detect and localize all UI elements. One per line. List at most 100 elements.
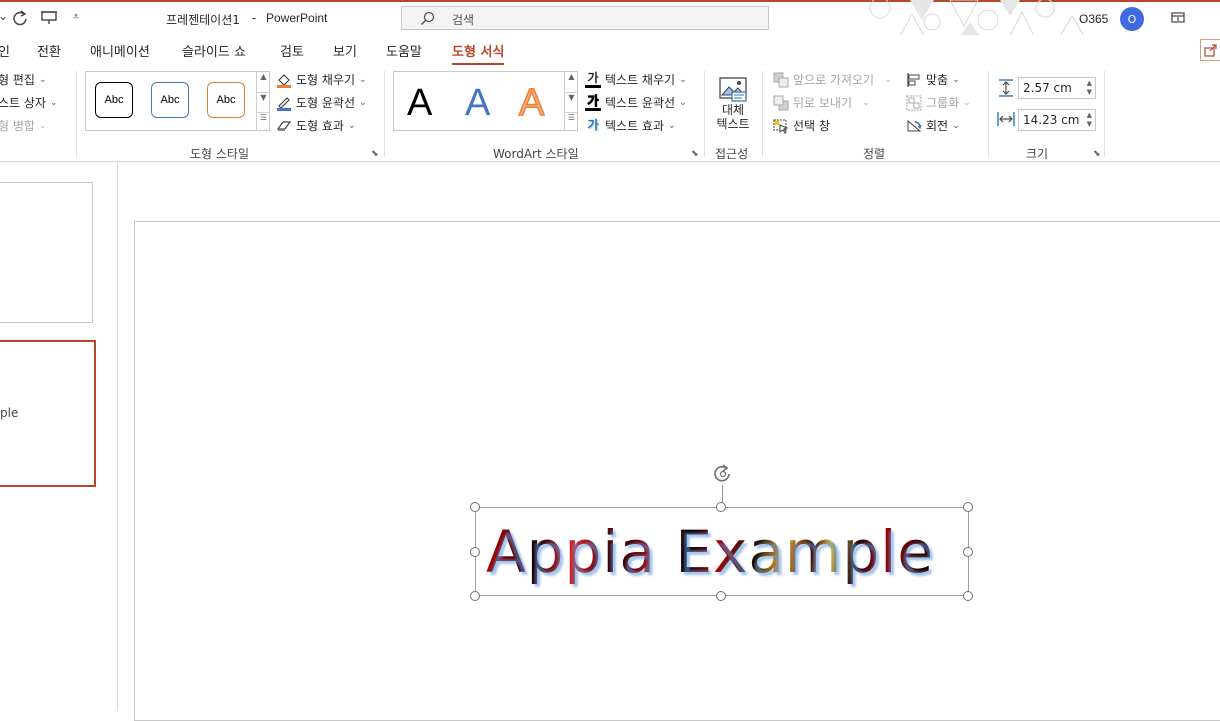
wordart-styles-gallery[interactable]: A A A ▲ ▼ ☰	[393, 71, 578, 131]
wordart-dialog-launcher-icon[interactable]: ⬊	[691, 149, 699, 159]
text-box-button[interactable]: 스트 상자 ⌄	[0, 94, 58, 111]
size-group-label: 크기	[1026, 147, 1049, 161]
rotate-button[interactable]: 회전 ⌄	[906, 117, 960, 134]
shape-effects-label: 도형 효과	[296, 119, 344, 133]
resize-handle-e[interactable]	[963, 547, 973, 557]
wordart-preset-black[interactable]: A	[407, 84, 432, 122]
shape-style-preset-blue[interactable]: Abc	[151, 82, 189, 118]
search-box[interactable]: 검색	[401, 6, 769, 30]
tab-shape-format[interactable]: 도형 서식	[452, 41, 505, 66]
group-separator	[704, 71, 705, 157]
chevron-down-icon: ⌄	[359, 74, 367, 85]
shape-styles-dialog-launcher-icon[interactable]: ⬊	[371, 149, 379, 159]
pen-outline-icon	[277, 96, 291, 111]
rotate-label: 회전	[926, 119, 949, 133]
size-dialog-launcher-icon[interactable]: ⬊	[1093, 149, 1101, 159]
rotation-handle-icon[interactable]	[711, 462, 735, 486]
tab-animations[interactable]: 애니메이션	[90, 41, 150, 60]
text-fill-label: 텍스트 채우기	[605, 73, 676, 87]
bring-forward-button[interactable]: 앞으로 가져오기 ⌄	[773, 71, 892, 88]
ribbon-tabs: 인 전환 애니메이션 슬라이드 쇼 검토 보기 도움말 도형 서식	[0, 35, 1220, 66]
undo-dropdown-icon[interactable]: ⌄	[0, 9, 8, 23]
text-effects-icon: 가	[587, 118, 599, 132]
shape-styles-gallery[interactable]: Abc Abc Abc ▲ ▼ ☰	[85, 71, 270, 131]
alt-text-button[interactable]: 대체 텍스트	[711, 71, 755, 141]
gallery-scroll-up-icon[interactable]: ▲	[564, 72, 578, 92]
slide-thumbnail-selected[interactable]: ple	[0, 340, 96, 487]
shape-fill-button[interactable]: 도형 채우기 ⌄	[276, 71, 367, 88]
spin-up-icon[interactable]: ▲	[1087, 111, 1092, 119]
shape-effects-button[interactable]: 도형 효과 ⌄	[276, 117, 356, 134]
group-button[interactable]: 그룹화 ⌄	[906, 94, 971, 111]
shape-width-input[interactable]: 14.23 cm ▲ ▼	[1018, 109, 1096, 131]
present-from-start-icon[interactable]	[40, 10, 58, 26]
resize-handle-w[interactable]	[470, 547, 480, 557]
selection-pane-icon	[773, 119, 789, 134]
tab-view[interactable]: 보기	[333, 41, 357, 60]
slide-thumbnail[interactable]	[0, 182, 93, 323]
resize-handle-sw[interactable]	[470, 591, 480, 601]
tab-review[interactable]: 검토	[280, 41, 304, 60]
shape-height-input[interactable]: 2.57 cm ▲ ▼	[1018, 77, 1096, 99]
spin-down-icon[interactable]: ▼	[1087, 120, 1092, 128]
group-separator	[76, 71, 77, 157]
selection-pane-label: 선택 창	[793, 119, 830, 133]
share-button[interactable]	[1200, 39, 1220, 61]
chevron-down-icon: ⌄	[884, 74, 892, 85]
customize-toolbar-icon[interactable]: ⩡	[73, 10, 79, 24]
document-title: 프레젠테이션1	[166, 13, 240, 27]
group-separator	[1104, 71, 1105, 157]
paint-bucket-icon	[277, 73, 291, 88]
resize-handle-n[interactable]	[716, 502, 726, 512]
selection-pane-button[interactable]: 선택 창	[773, 117, 830, 134]
wordart-preset-blue[interactable]: A	[465, 84, 490, 122]
ribbon-display-options-icon[interactable]	[1170, 11, 1186, 25]
chevron-down-icon: ⌄	[679, 74, 687, 85]
rotate-icon	[907, 119, 922, 131]
resize-handle-se[interactable]	[963, 591, 973, 601]
accessibility-group-label: 접근성	[715, 147, 749, 161]
text-effects-button[interactable]: 가 텍스트 효과 ⌄	[585, 117, 675, 134]
tab-help[interactable]: 도움말	[386, 41, 422, 60]
gallery-more-icon[interactable]: ☰	[256, 112, 270, 131]
align-button[interactable]: 맞춤 ⌄	[906, 71, 960, 88]
tab-transitions[interactable]: 전환	[37, 41, 61, 60]
slide-canvas[interactable]	[134, 221, 1220, 721]
spin-up-icon[interactable]: ▲	[1087, 79, 1092, 87]
spin-down-icon[interactable]: ▼	[1087, 88, 1092, 96]
align-label: 맞춤	[926, 73, 949, 87]
align-icon	[907, 72, 920, 87]
arrange-group-label: 정렬	[863, 147, 886, 161]
resize-handle-ne[interactable]	[963, 502, 973, 512]
tab-design-partial[interactable]: 인	[0, 41, 10, 60]
preset-label: Abc	[216, 94, 236, 106]
search-placeholder: 검색	[452, 13, 475, 27]
chevron-down-icon: ⌄	[679, 97, 687, 108]
gallery-scroll-up-icon[interactable]: ▲	[256, 72, 270, 92]
gallery-scroll-down-icon[interactable]: ▼	[256, 92, 270, 112]
bring-forward-icon	[773, 72, 789, 87]
gallery-more-icon[interactable]: ☰	[564, 112, 578, 131]
wordart-styles-group-label: WordArt 스타일	[493, 147, 579, 161]
account-name[interactable]: O365	[1079, 12, 1108, 26]
shape-style-preset-orange[interactable]: Abc	[207, 82, 245, 118]
tab-slide-show[interactable]: 슬라이드 쇼	[182, 41, 246, 60]
text-outline-button[interactable]: 가 텍스트 윤곽선 ⌄	[585, 94, 687, 111]
merge-shapes-button[interactable]: 형 병합 ⌄	[0, 117, 46, 134]
wordart-text[interactable]: Appia Example	[486, 516, 934, 588]
resize-handle-nw[interactable]	[470, 502, 480, 512]
wordart-preset-orange-outline[interactable]: A	[518, 83, 545, 123]
shape-outline-button[interactable]: 도형 윤곽선 ⌄	[276, 94, 367, 111]
edit-shape-button[interactable]: 형 편집 ⌄	[0, 71, 46, 88]
chevron-down-icon: ⌄	[347, 120, 356, 131]
resize-handle-s[interactable]	[716, 591, 726, 601]
gallery-scroll-down-icon[interactable]: ▼	[564, 92, 578, 112]
chevron-down-icon: ⌄	[38, 120, 47, 131]
wordart-textbox[interactable]: Appia Example	[475, 507, 969, 596]
redo-icon[interactable]	[11, 9, 29, 27]
shape-style-preset-black[interactable]: Abc	[95, 82, 133, 118]
text-fill-button[interactable]: 가 텍스트 채우기 ⌄	[585, 71, 687, 88]
avatar[interactable]: O	[1120, 7, 1144, 31]
send-backward-button[interactable]: 뒤로 보내기 ⌄	[773, 94, 870, 111]
title-bar: ⌄ ⩡ 프레젠테이션1 - PowerPoint 검색 O365 O	[0, 0, 1220, 36]
